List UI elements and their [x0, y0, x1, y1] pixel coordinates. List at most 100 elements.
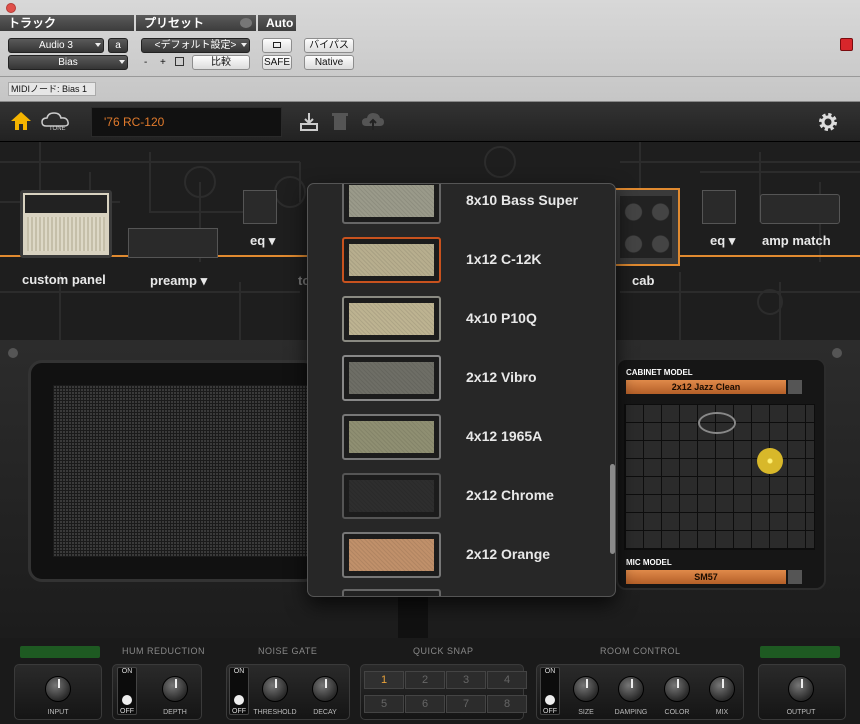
mix-knob[interactable] [709, 676, 735, 702]
output-meter [760, 646, 840, 658]
decay-knob[interactable] [312, 676, 338, 702]
chain-custom-panel-label[interactable]: custom panel [22, 272, 106, 287]
preset-header: プリセット [136, 15, 256, 31]
track-channel-select[interactable]: a [108, 38, 128, 53]
dropdown-item[interactable]: 2x12 Vibro [308, 349, 615, 408]
mic-model-select[interactable]: SM57 [626, 570, 786, 584]
native-button[interactable]: Native [304, 55, 354, 70]
cabinet-thumbnail [342, 296, 441, 342]
speaker-icon [698, 412, 736, 434]
preset-select[interactable]: <デフォルト設定> [141, 38, 250, 53]
preamp-module[interactable] [128, 228, 218, 258]
trash-icon[interactable] [330, 110, 350, 132]
quick-snap-button[interactable]: 3 [446, 671, 486, 689]
mic-model-dropdown-icon[interactable] [788, 570, 802, 584]
dropdown-item[interactable]: 2x12 Orange [308, 526, 615, 585]
dropdown-item[interactable]: 4x12 1965A [308, 408, 615, 467]
damping-knob[interactable] [618, 676, 644, 702]
close-window-icon[interactable] [6, 3, 16, 13]
custom-panel-amp[interactable] [20, 190, 112, 258]
input-label: INPUT [47, 709, 69, 716]
quick-snap-button[interactable]: 7 [446, 695, 486, 713]
preset-prev-button[interactable]: - [144, 57, 147, 68]
compare-button[interactable]: 比較 [192, 55, 250, 70]
room-control-switch-dot [545, 695, 555, 705]
save-icon[interactable] [298, 110, 320, 132]
input-knob[interactable] [45, 676, 71, 702]
host-header: トラック プリセット Auto Audio 3 a Bias <デフォルト設定>… [0, 0, 860, 102]
depth-knob[interactable] [162, 676, 188, 702]
threshold-knob[interactable] [262, 676, 288, 702]
quick-snap-button[interactable]: 1 [364, 671, 404, 689]
quick-snap-button[interactable]: 5 [364, 695, 404, 713]
dropdown-item[interactable]: 1x12 C-12K [308, 231, 615, 290]
plugin-window: トラック プリセット Auto Audio 3 a Bias <デフォルト設定>… [0, 0, 860, 724]
hum-reduction-switch-dot [122, 695, 132, 705]
cabinet-model-select[interactable]: 2x12 Jazz Clean [626, 380, 786, 394]
record-icon[interactable] [840, 38, 853, 51]
cloud-upload-icon[interactable] [360, 110, 384, 132]
dropdown-item-label: 2x12 Vibro [466, 369, 537, 385]
mic-stand [398, 596, 428, 638]
preset-menu-icon[interactable] [240, 18, 252, 28]
noise-gate-title: NOISE GATE [258, 646, 318, 656]
quick-snap-button[interactable]: 6 [405, 695, 445, 713]
cabinet-model-dropdown-icon[interactable] [788, 380, 802, 394]
size-knob[interactable] [573, 676, 599, 702]
auto-button[interactable] [262, 38, 292, 53]
host-divider [0, 76, 860, 77]
input-meter [20, 646, 100, 658]
noise-gate-switch-dot [234, 695, 244, 705]
output-knob[interactable] [788, 676, 814, 702]
dropdown-item[interactable]: 4x10 P10Q [308, 290, 615, 349]
screw-icon [832, 348, 842, 358]
dropdown-item-label: 8x10 Bass Super [466, 192, 579, 208]
grille-cloth [349, 303, 434, 335]
dropdown-item-label: 4x12 1965A [466, 428, 543, 444]
safe-button[interactable]: SAFE [262, 55, 292, 70]
hum-reduction-off-label: OFF [120, 708, 134, 715]
home-icon[interactable] [10, 110, 32, 132]
preset-next-button[interactable]: + [160, 57, 166, 68]
grille-cloth [349, 362, 434, 394]
cabinet-thumbnail [342, 532, 441, 578]
screw-icon [8, 348, 18, 358]
grille-cloth [349, 244, 434, 276]
insert-select[interactable]: Bias [8, 55, 128, 70]
room-control-on-label: ON [544, 668, 556, 675]
midi-node-label: MIDIノード: Bias 1 [8, 82, 96, 96]
chain-cab-label[interactable]: cab [632, 273, 654, 288]
hum-reduction-on-label: ON [121, 668, 133, 675]
track-select[interactable]: Audio 3 [8, 38, 104, 53]
cab-module[interactable] [612, 188, 680, 266]
cabinet-thumbnail [342, 473, 441, 519]
room-control-title: ROOM CONTROL [600, 646, 681, 656]
cabinet-dropdown-menu: 8x10 Bass Super 1x12 C-12K 4x10 P10Q 2x12 V… [307, 183, 616, 597]
dropdown-item-label: 4x10 P10Q [466, 310, 537, 326]
amp-match-module[interactable] [760, 194, 840, 224]
gear-icon[interactable] [816, 110, 840, 134]
preset-name-field[interactable]: '76 RC-120 [91, 107, 282, 137]
quick-snap-button[interactable]: 4 [487, 671, 527, 689]
chain-eq1-label[interactable]: eq ▾ [250, 233, 275, 249]
quick-snap-button[interactable]: 2 [405, 671, 445, 689]
bypass-button[interactable]: バイパス [304, 38, 354, 53]
chain-amp-match-label[interactable]: amp match [762, 233, 831, 248]
chain-preamp-label[interactable]: preamp ▾ [150, 273, 207, 289]
color-knob[interactable] [664, 676, 690, 702]
cabinet-thumbnail [342, 355, 441, 401]
mic-position-handle[interactable] [757, 448, 783, 474]
output-label: OUTPUT [786, 709, 816, 716]
cabinet-thumbnail [342, 414, 441, 460]
dropdown-item[interactable]: 2x12 Chrome [308, 467, 615, 526]
dropdown-scrollbar[interactable] [610, 464, 615, 554]
svg-text:TONE: TONE [49, 126, 66, 132]
tonecloud-icon[interactable]: TONE [40, 110, 74, 132]
quick-snap-button[interactable]: 8 [487, 695, 527, 713]
chain-eq2-label[interactable]: eq ▾ [710, 233, 735, 249]
eq2-module[interactable] [702, 190, 736, 224]
cabinet-grille [28, 360, 318, 582]
dropdown-item[interactable]: 8x10 Bass Super [308, 184, 615, 231]
eq1-module[interactable] [243, 190, 277, 224]
copy-icon[interactable] [175, 57, 184, 66]
